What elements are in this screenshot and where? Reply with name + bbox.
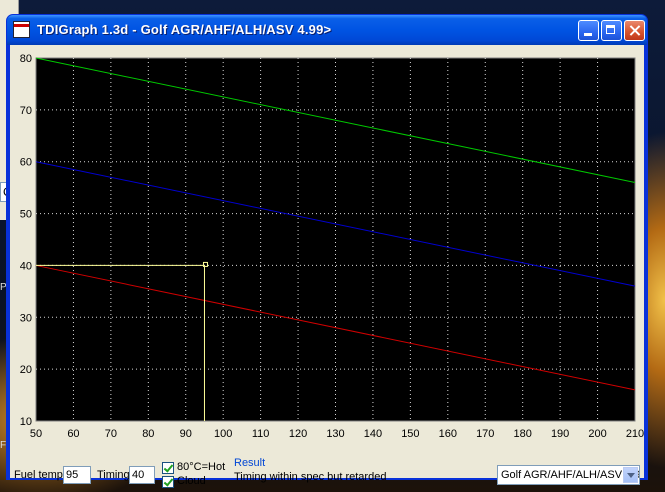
- y-tick-label: 10: [20, 416, 32, 428]
- fuel-temp-label: Fuel temp: [14, 469, 63, 481]
- hot-checkbox[interactable]: [162, 462, 174, 474]
- cloud-checkbox-label[interactable]: Cloud: [177, 475, 206, 487]
- x-tick-label: 60: [67, 428, 79, 440]
- engine-select[interactable]: Golf AGR/AHF/ALH/ASV 4.99>: [497, 465, 640, 485]
- minimize-button[interactable]: [578, 20, 599, 41]
- x-tick-label: 140: [364, 428, 382, 440]
- x-tick-label: 180: [514, 428, 532, 440]
- cloud-checkbox[interactable]: [162, 476, 174, 488]
- x-tick-label: 110: [252, 428, 270, 440]
- x-tick-label: 100: [214, 428, 232, 440]
- timing-graph: 50 60 70 80 90 100 110 120 130 140 150 160 170 180 190…: [20, 53, 644, 440]
- hot-checkbox-label[interactable]: 80°C=Hot: [177, 461, 225, 473]
- x-tick-label: 90: [180, 428, 192, 440]
- x-tick-label: 200: [588, 428, 606, 440]
- y-tick-label: 30: [20, 312, 32, 324]
- y-tick-label: 40: [20, 260, 32, 272]
- timing-input[interactable]: 40: [129, 466, 155, 484]
- window-title: TDIGraph 1.3d - Golf AGR/AHF/ALH/ASV 4.9…: [37, 22, 332, 37]
- y-tick-label: 20: [20, 364, 32, 376]
- x-tick-label: 190: [551, 428, 569, 440]
- app-logo-icon[interactable]: [13, 21, 30, 38]
- result-text: Timing within spec but retarded: [234, 471, 387, 483]
- close-button[interactable]: [624, 20, 645, 41]
- result-title: Result: [234, 457, 266, 469]
- app-window: TDIGraph 1.3d - Golf AGR/AHF/ALH/ASV 4.9…: [6, 14, 648, 488]
- result-group: Result Timing within spec but retarded: [234, 457, 496, 483]
- x-tick-label: 150: [401, 428, 419, 440]
- y-tick-label: 80: [20, 53, 32, 65]
- y-tick-label: 50: [20, 209, 32, 221]
- x-tick-label: 210: [626, 428, 644, 440]
- window-client-area: 50 60 70 80 90 100 110 120 130 140 150 160 170 180 190…: [10, 45, 644, 488]
- maximize-button[interactable]: [601, 20, 622, 41]
- x-tick-label: 170: [476, 428, 494, 440]
- y-tick-label: 60: [20, 157, 32, 169]
- x-tick-label: 130: [326, 428, 344, 440]
- timing-label: Timing: [97, 469, 130, 481]
- fuel-temp-input[interactable]: 95: [63, 466, 91, 484]
- x-tick-label: 120: [289, 428, 307, 440]
- x-tick-label: 80: [142, 428, 154, 440]
- title-bar[interactable]: TDIGraph 1.3d - Golf AGR/AHF/ALH/ASV 4.9…: [7, 15, 647, 45]
- y-tick-label: 70: [20, 105, 32, 117]
- x-tick-label: 160: [439, 428, 457, 440]
- chevron-down-icon[interactable]: [623, 467, 638, 483]
- engine-select-value: Golf AGR/AHF/ALH/ASV 4.99>: [501, 469, 640, 481]
- x-tick-label: 50: [30, 428, 42, 440]
- x-tick-label: 70: [105, 428, 117, 440]
